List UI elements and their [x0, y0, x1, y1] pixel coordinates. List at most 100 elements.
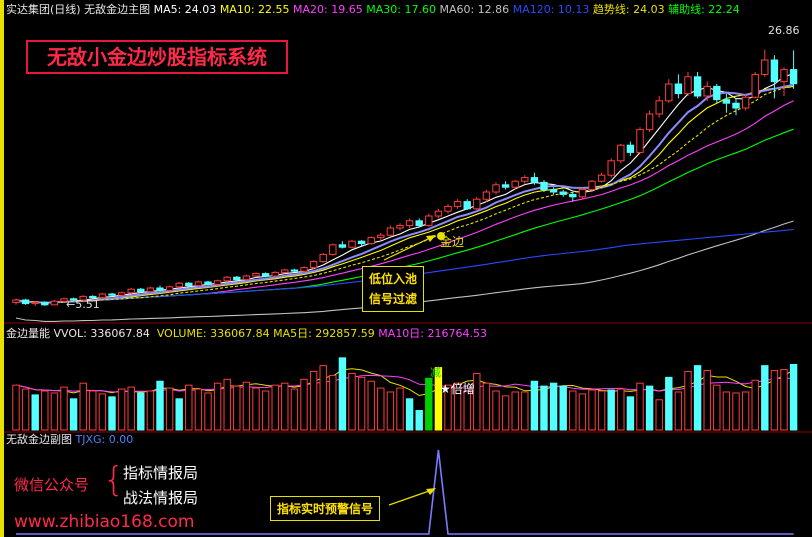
candle-down — [549, 189, 558, 193]
candle-up — [578, 189, 587, 198]
candle-up — [165, 286, 174, 291]
volume-bar — [703, 370, 711, 431]
candle-down — [501, 184, 510, 188]
candle-up — [175, 282, 183, 288]
candle-up — [655, 100, 663, 115]
volume-bar — [41, 390, 49, 431]
candle-up — [751, 73, 759, 98]
volume-bar — [405, 398, 414, 431]
volume-bar — [329, 374, 337, 431]
volume-bar — [242, 381, 251, 431]
volume-bar — [213, 382, 222, 431]
candle-up — [511, 180, 519, 188]
alert-signal-box: 指标实时预警信号 — [270, 496, 381, 521]
volume-bar — [367, 380, 375, 431]
candle-up — [242, 275, 251, 281]
volume-bar — [185, 384, 193, 431]
candle-up — [213, 280, 222, 285]
candle-down — [137, 288, 145, 293]
candle-up — [319, 253, 327, 263]
volume-bar — [117, 388, 126, 431]
volume-indicator-name[interactable]: 金边量能 — [6, 327, 50, 340]
alert-arrow — [388, 488, 436, 506]
ma60-value: MA60: 12.86 — [439, 3, 510, 16]
volume-bar — [626, 396, 635, 431]
candle-up — [405, 220, 414, 227]
sub-indicator-name[interactable]: 无敌金边副图 — [6, 433, 72, 446]
low-price-label: ←5.51 — [66, 298, 100, 311]
volume-bar — [12, 384, 20, 431]
golden-edge-label: 金边 — [440, 235, 465, 249]
candle-down — [770, 59, 779, 83]
volume-bar — [492, 390, 500, 431]
candle-down — [204, 281, 212, 285]
entry-filter-box: 低位入池 信号过滤 — [362, 266, 425, 312]
candle-up — [434, 210, 443, 217]
candle-up — [703, 85, 711, 97]
stock-name[interactable]: 实达集团(日线) — [6, 3, 81, 16]
volume-bar — [31, 394, 39, 431]
vol-ma10-value: MA10日: 216764.53 — [378, 327, 487, 340]
wechat-account-2: 战法情报局 — [123, 489, 199, 507]
website-link[interactable]: www.zhibiao168.com — [14, 512, 194, 532]
candle-up — [117, 292, 126, 296]
candle-down — [338, 244, 347, 248]
volume-bar — [281, 382, 289, 431]
candle-up — [223, 276, 231, 282]
vvol-value: VVOL: 336067.84 — [53, 327, 150, 340]
volume-bar — [645, 385, 654, 431]
volume-bar — [530, 380, 539, 431]
candle-down — [21, 299, 30, 305]
volume-bar — [357, 376, 366, 431]
candle-down — [156, 287, 164, 291]
volume-bar — [617, 388, 625, 431]
candle-up — [597, 174, 606, 182]
candle-up — [386, 227, 395, 236]
candle-up — [761, 59, 769, 75]
candle-up — [665, 83, 673, 102]
volume-bar — [684, 371, 692, 431]
candle-up — [300, 267, 308, 272]
volume-bar — [89, 390, 97, 431]
volume-bar — [789, 363, 798, 431]
entry-arrow — [383, 235, 436, 261]
vol-ma5-value: MA5日: 292857.59 — [273, 327, 375, 340]
candle-down — [530, 177, 539, 183]
candle-up — [281, 269, 289, 273]
volume-bar — [501, 395, 510, 431]
volume-bar — [655, 399, 663, 431]
tjxg-value: TJXG: 0.00 — [75, 433, 134, 446]
candle-up — [588, 180, 596, 191]
entry-filter-line1: 低位入池 — [369, 272, 418, 286]
ma5-value: MA5: 24.03 — [153, 3, 217, 16]
candle-up — [453, 201, 462, 207]
volume-bar — [665, 376, 673, 431]
volume-bar — [271, 384, 279, 431]
volume-bar — [50, 392, 59, 431]
candle-down — [261, 273, 270, 277]
volume-bar — [607, 389, 615, 431]
volume-bar — [540, 385, 548, 431]
indicator-name[interactable]: 无敌金边主图 — [84, 3, 150, 16]
volume-header: 金边量能 VVOL: 336067.84 VOLUME: 336067.84 M… — [6, 327, 487, 341]
ma120-value: MA120: 10.13 — [512, 3, 590, 16]
main-header: 实达集团(日线) 无敌金边主图 MA5: 24.03 MA10: 22.55 M… — [6, 3, 740, 17]
candle-up — [396, 225, 404, 229]
candle-up — [146, 287, 155, 293]
volume-double-label: ★倍增 — [440, 382, 475, 396]
candle-down — [722, 99, 731, 104]
volume-bar — [588, 389, 596, 431]
volume-bar — [223, 378, 231, 431]
candle-up — [12, 299, 20, 303]
volume-bar — [348, 372, 356, 431]
wechat-brace: { — [103, 460, 125, 500]
wechat-account-1: 指标情报局 — [123, 464, 199, 482]
volume-bar — [309, 371, 318, 431]
candle-up — [50, 300, 59, 306]
volume-bar — [415, 410, 423, 431]
volume-bar — [98, 393, 107, 431]
candle-up — [31, 301, 39, 305]
volume-bar — [319, 365, 327, 431]
volume-reduce-label: 减 — [430, 366, 441, 379]
candle-up — [684, 76, 692, 95]
